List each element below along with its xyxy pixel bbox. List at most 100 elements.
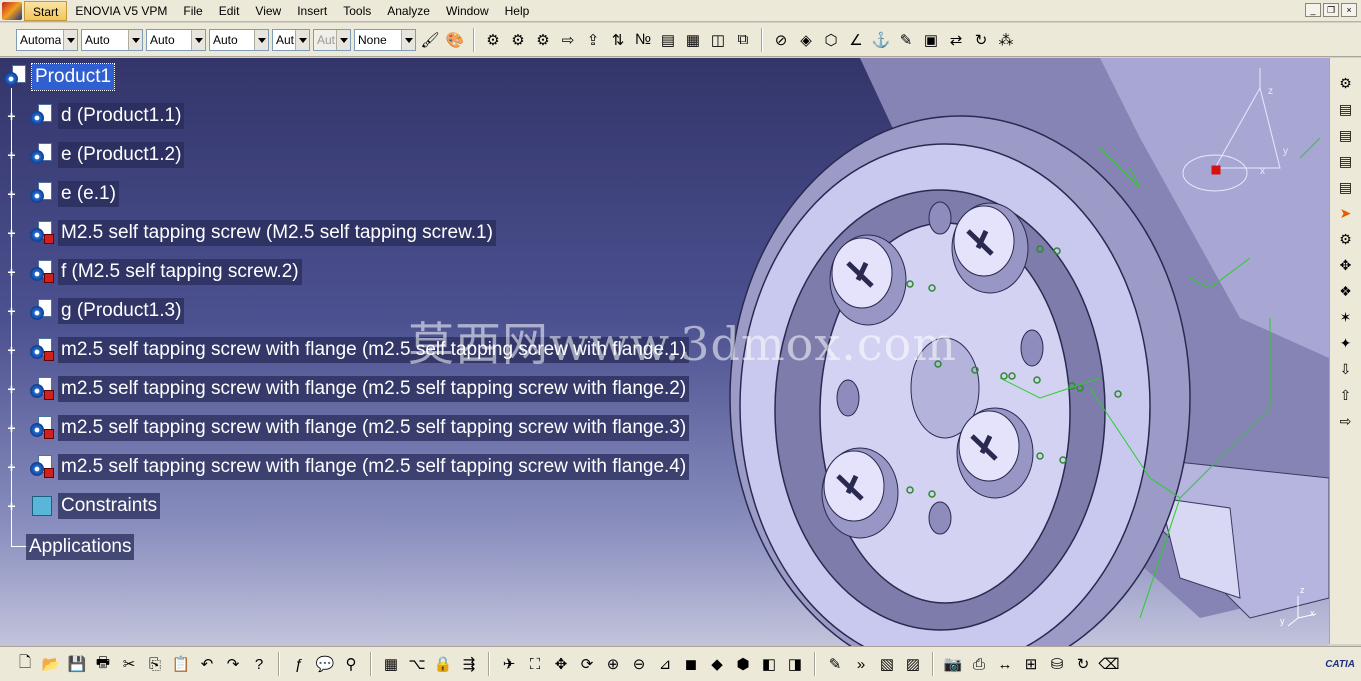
tree-node-label[interactable]: f (M2.5 self tapping screw.2) bbox=[58, 259, 302, 285]
manipulation-icon[interactable]: ✥ bbox=[1335, 254, 1357, 276]
lock-icon[interactable]: ⚲ bbox=[340, 653, 362, 675]
tree-node-label[interactable]: g (Product1.3) bbox=[58, 298, 185, 324]
paste-icon[interactable]: 📋 bbox=[170, 653, 192, 675]
3d-viewport[interactable]: z y x z x y Product1 + d (Product1.1) + … bbox=[0, 58, 1329, 646]
tree-node-product[interactable]: d (Product1.1) bbox=[30, 101, 185, 131]
menu-help[interactable]: Help bbox=[497, 1, 538, 21]
fix-together-icon[interactable]: ✎ bbox=[895, 29, 917, 51]
screw-head[interactable] bbox=[821, 447, 899, 539]
rotate-icon[interactable]: ⟳ bbox=[576, 653, 598, 675]
tree-node-part[interactable]: m2.5 self tapping screw with flange (m2.… bbox=[30, 452, 690, 482]
flexible-rigid-icon[interactable]: ⇄ bbox=[945, 29, 967, 51]
tree-node-part[interactable]: m2.5 self tapping screw with flange (m2.… bbox=[30, 413, 690, 443]
catia-start-icon[interactable] bbox=[2, 1, 22, 20]
minimize-button[interactable]: _ bbox=[1305, 3, 1321, 17]
tree-node-label[interactable]: Applications bbox=[26, 534, 135, 560]
product-list-icon[interactable]: ▤ bbox=[1335, 98, 1357, 120]
undo-icon[interactable]: ↶ bbox=[196, 653, 218, 675]
expand-icon[interactable]: + bbox=[6, 343, 17, 357]
existing-component-icon[interactable]: ⇨ bbox=[557, 29, 579, 51]
menu-edit[interactable]: Edit bbox=[211, 1, 248, 21]
inertia-icon[interactable]: ⛁ bbox=[1046, 653, 1068, 675]
measure-between-icon[interactable]: ↔ bbox=[994, 653, 1016, 675]
change-constraint-icon[interactable]: ↻ bbox=[970, 29, 992, 51]
restore-button[interactable]: ❐ bbox=[1323, 3, 1339, 17]
product-list-icon[interactable]: ▤ bbox=[1335, 176, 1357, 198]
expand-icon[interactable]: + bbox=[6, 187, 17, 201]
layer-icon[interactable]: ▧ bbox=[876, 653, 898, 675]
cut-icon[interactable]: ✂ bbox=[118, 653, 140, 675]
tree-node-part[interactable]: m2.5 self tapping screw with flange (m2.… bbox=[30, 374, 690, 404]
tree-node-label[interactable]: Product1 bbox=[30, 63, 116, 91]
shading-icon[interactable]: ⬢ bbox=[732, 653, 754, 675]
manage-representations-icon[interactable]: ▦ bbox=[682, 29, 704, 51]
replace-component-icon[interactable]: ⇪ bbox=[582, 29, 604, 51]
chevron-icon[interactable]: » bbox=[850, 653, 872, 675]
copy-icon[interactable]: ⎘ bbox=[144, 653, 166, 675]
hide-show-icon[interactable]: ◧ bbox=[758, 653, 780, 675]
new-file-icon[interactable]: 🗋 bbox=[14, 653, 36, 675]
tree-node-label[interactable]: m2.5 self tapping screw with flange (m2.… bbox=[58, 376, 690, 402]
dropdown-arrow-icon[interactable] bbox=[401, 29, 415, 50]
fly-mode-icon[interactable]: ✈ bbox=[498, 653, 520, 675]
new-component-icon[interactable]: ⚙ bbox=[507, 29, 529, 51]
clash-icon[interactable]: ✶ bbox=[1335, 306, 1357, 328]
graph-tree-reordering-icon[interactable]: ⇅ bbox=[607, 29, 629, 51]
product-list-icon[interactable]: ▤ bbox=[1335, 124, 1357, 146]
screw-head[interactable] bbox=[951, 202, 1029, 294]
line-type-combo[interactable]: Auto bbox=[209, 28, 269, 51]
close-button[interactable]: × bbox=[1341, 3, 1357, 17]
angle-constraint-icon[interactable]: ∠ bbox=[845, 29, 867, 51]
menu-insert[interactable]: Insert bbox=[289, 1, 335, 21]
expand-icon[interactable]: + bbox=[6, 148, 17, 162]
expand-icon[interactable]: + bbox=[6, 421, 17, 435]
tree-node-label[interactable]: Constraints bbox=[58, 493, 161, 519]
menu-window[interactable]: Window bbox=[438, 1, 497, 21]
point-type-combo[interactable]: Aut bbox=[272, 28, 310, 51]
expand-icon[interactable]: + bbox=[6, 304, 17, 318]
capture-icon[interactable]: ⎙ bbox=[968, 653, 990, 675]
expand-icon[interactable]: + bbox=[6, 265, 17, 279]
measure-icon[interactable]: ⇶ bbox=[458, 653, 480, 675]
dropdown-arrow-icon[interactable] bbox=[295, 29, 309, 50]
normal-view-icon[interactable]: ⊿ bbox=[654, 653, 676, 675]
menu-tools[interactable]: Tools bbox=[335, 1, 379, 21]
explode-icon[interactable]: ❖ bbox=[1335, 280, 1357, 302]
generate-numbering-icon[interactable]: № bbox=[632, 29, 654, 51]
whats-this-icon[interactable]: ? bbox=[248, 653, 270, 675]
select-arrow-icon[interactable]: ➤ bbox=[1335, 202, 1357, 224]
dropdown-arrow-icon[interactable] bbox=[128, 29, 142, 50]
layer-icon[interactable]: ▨ bbox=[902, 653, 924, 675]
reuse-pattern-icon[interactable]: ⁂ bbox=[995, 29, 1017, 51]
expand-icon[interactable]: + bbox=[6, 382, 17, 396]
zoom-in-icon[interactable]: ⊕ bbox=[602, 653, 624, 675]
menu-analyze[interactable]: Analyze bbox=[379, 1, 438, 21]
move-icon[interactable]: ⇩ bbox=[1335, 358, 1357, 380]
views-icon[interactable]: ◼ bbox=[680, 653, 702, 675]
camera-icon[interactable]: 📷 bbox=[942, 653, 964, 675]
eraser-icon[interactable]: ⌫ bbox=[1098, 653, 1120, 675]
menu-enovia[interactable]: ENOVIA V5 VPM bbox=[67, 1, 175, 21]
redo-icon[interactable]: ↷ bbox=[222, 653, 244, 675]
offset-constraint-icon[interactable]: ⬡ bbox=[820, 29, 842, 51]
multi-instantiation-icon[interactable]: ◫ bbox=[707, 29, 729, 51]
tree-node-root[interactable]: Product1 bbox=[4, 62, 116, 92]
comment-icon[interactable]: 💬 bbox=[314, 653, 336, 675]
new-product-icon[interactable]: ⚙ bbox=[532, 29, 554, 51]
screw-head[interactable] bbox=[956, 407, 1034, 499]
menu-view[interactable]: View bbox=[247, 1, 289, 21]
zoom-out-icon[interactable]: ⊖ bbox=[628, 653, 650, 675]
dropdown-arrow-icon[interactable] bbox=[191, 29, 205, 50]
tree-node-part[interactable]: M2.5 self tapping screw (M2.5 self tappi… bbox=[30, 218, 496, 248]
tree-node-label[interactable]: e (Product1.2) bbox=[58, 142, 185, 168]
open-icon[interactable]: 📂 bbox=[40, 653, 62, 675]
fix-component-icon[interactable]: ⚓ bbox=[870, 29, 892, 51]
tree-node-label[interactable]: d (Product1.1) bbox=[58, 103, 185, 129]
catalog-icon[interactable]: ▦ bbox=[380, 653, 402, 675]
bill-of-material-icon[interactable]: 🔒 bbox=[432, 653, 454, 675]
measure-item-icon[interactable]: ⊞ bbox=[1020, 653, 1042, 675]
tree-node-label[interactable]: e (e.1) bbox=[58, 181, 119, 207]
isometric-view-icon[interactable]: ◆ bbox=[706, 653, 728, 675]
quick-constraint-icon[interactable]: ▣ bbox=[920, 29, 942, 51]
tree-node-label[interactable]: m2.5 self tapping screw with flange (m2.… bbox=[58, 415, 690, 441]
